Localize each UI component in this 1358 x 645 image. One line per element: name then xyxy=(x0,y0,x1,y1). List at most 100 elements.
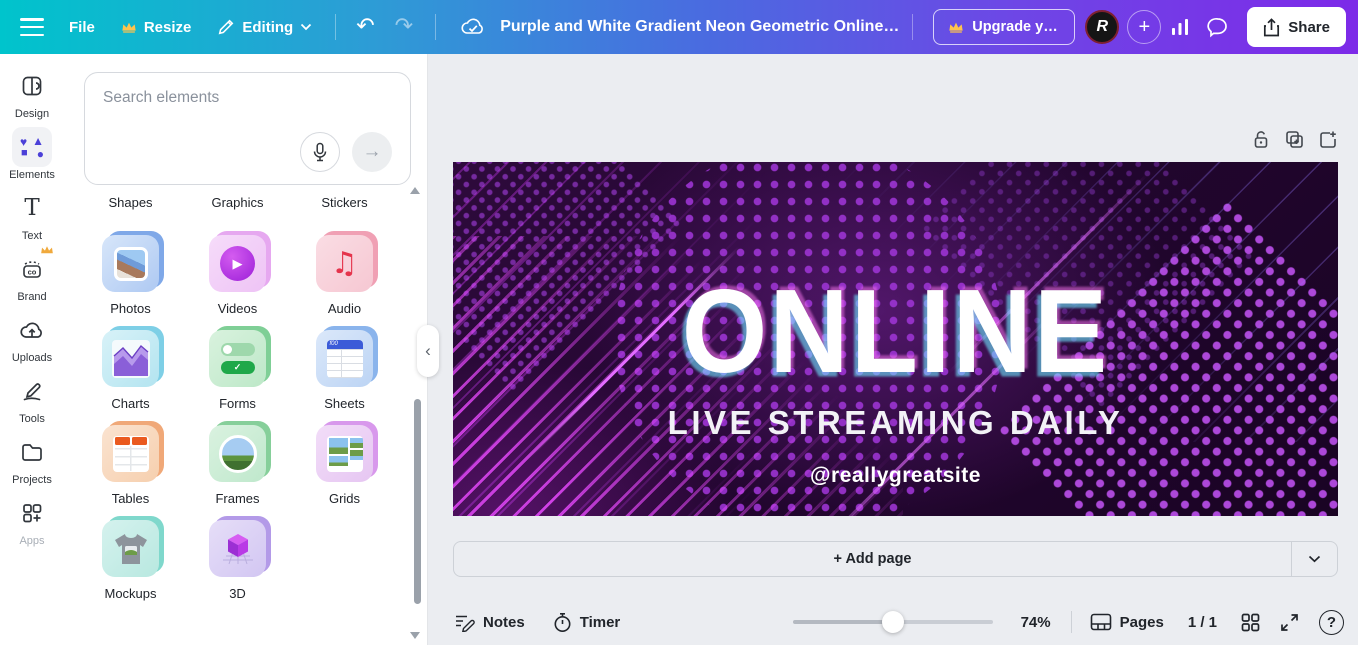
sidebar-item-elements[interactable]: ♥ ▲ ■ ● Elements xyxy=(2,127,62,181)
cube-art xyxy=(222,533,253,564)
avatar-letter: R xyxy=(1096,18,1109,35)
fullscreen-button[interactable] xyxy=(1280,613,1299,632)
panel-item-stickers[interactable]: Stickers xyxy=(321,195,367,221)
sidebar-item-uploads[interactable]: Uploads xyxy=(2,310,62,364)
bar-chart-icon xyxy=(1172,19,1189,35)
redo-button[interactable]: ↷ xyxy=(385,16,423,38)
category-label: 3D xyxy=(229,586,246,601)
notes-button[interactable]: Notes xyxy=(454,613,525,632)
search-box[interactable]: → xyxy=(84,72,411,185)
panel-item-mockups[interactable]: Mockups xyxy=(86,516,176,601)
panel-item-tables[interactable]: Tables xyxy=(86,421,176,506)
tools-icon xyxy=(12,371,52,411)
grid-view-button[interactable] xyxy=(1241,613,1260,632)
add-member-button[interactable]: + xyxy=(1127,10,1162,44)
panel-item-3d[interactable]: 3D xyxy=(193,516,283,601)
cloud-saved-icon[interactable] xyxy=(460,16,486,38)
category-label: Tables xyxy=(111,491,150,506)
search-input[interactable] xyxy=(103,89,383,107)
tshirt-art xyxy=(114,533,147,564)
sidebar-item-apps[interactable]: Apps xyxy=(2,493,62,547)
design-handle-text[interactable]: @reallygreatsite xyxy=(810,464,981,488)
panel-item-graphics[interactable]: Graphics xyxy=(211,195,263,221)
panel-collapse-button[interactable]: ‹ xyxy=(417,325,439,377)
left-nav: Design ♥ ▲ ■ ● Elements T Text co Brand Upl… xyxy=(0,54,64,645)
insights-button[interactable] xyxy=(1161,8,1199,46)
document-title[interactable]: Purple and White Gradient Neon Geometric… xyxy=(500,18,900,36)
scrollbar-thumb[interactable] xyxy=(414,399,421,604)
duplicate-page-button[interactable] xyxy=(1285,130,1304,149)
pencil-icon xyxy=(217,18,235,36)
resize-label: Resize xyxy=(143,18,192,36)
main-area: Design ♥ ▲ ■ ● Elements T Text co Brand Upl… xyxy=(0,54,1358,645)
category-label: Videos xyxy=(217,301,258,316)
sidebar-item-brand[interactable]: co Brand xyxy=(2,246,62,303)
scroll-down-arrow[interactable] xyxy=(410,632,420,639)
add-page-dropdown-button[interactable] xyxy=(1291,542,1337,576)
grid-art xyxy=(326,435,363,472)
resize-button[interactable]: Resize xyxy=(108,8,205,46)
notes-icon xyxy=(456,615,475,632)
panel-item-shapes[interactable]: Shapes xyxy=(108,195,152,221)
category-grid: Shapes Graphics Stickers Photos ▶ Videos… xyxy=(64,195,427,601)
toggle-check-art: ✓ xyxy=(220,361,255,374)
music-note-icon: ♫ xyxy=(331,245,358,281)
videos-thumbnail: ▶ xyxy=(209,231,271,292)
panel-item-videos[interactable]: ▶ Videos xyxy=(193,231,283,316)
panel-item-grids[interactable]: Grids xyxy=(300,421,390,506)
sidebar-item-design[interactable]: Design xyxy=(2,66,62,120)
uploads-icon xyxy=(12,310,52,350)
timer-button[interactable]: Timer xyxy=(553,612,620,633)
share-icon xyxy=(1263,17,1280,37)
menu-icon[interactable] xyxy=(20,18,44,36)
3d-thumbnail xyxy=(209,516,271,577)
page-count: 1 / 1 xyxy=(1187,613,1217,631)
panel-item-photos[interactable]: Photos xyxy=(86,231,176,316)
chevron-down-icon xyxy=(300,23,312,31)
chevron-left-icon: ‹ xyxy=(425,341,431,360)
sidebar-label: Design xyxy=(14,108,50,120)
sidebar-item-tools[interactable]: Tools xyxy=(2,371,62,425)
zoom-slider-handle[interactable] xyxy=(881,611,904,633)
play-icon: ▶ xyxy=(220,246,255,281)
apps-icon xyxy=(12,493,52,533)
editing-mode-button[interactable]: Editing xyxy=(204,8,325,46)
share-button[interactable]: Share xyxy=(1247,7,1346,47)
pages-icon xyxy=(1090,613,1111,631)
pages-button[interactable]: Pages xyxy=(1090,613,1164,631)
category-label: Photos xyxy=(110,301,151,316)
help-button[interactable]: ? xyxy=(1319,609,1344,635)
panel-item-audio[interactable]: ♫ Audio xyxy=(300,231,390,316)
page-toolbar xyxy=(1252,130,1338,149)
lock-open-icon xyxy=(1254,131,1268,148)
grid-view-icon xyxy=(1241,613,1260,631)
zoom-slider[interactable] xyxy=(792,611,993,633)
unlock-button[interactable] xyxy=(1252,130,1270,149)
panel-item-forms[interactable]: ✓ Forms xyxy=(193,326,283,411)
avatar[interactable]: R xyxy=(1085,10,1120,44)
frame-art xyxy=(218,434,257,473)
design-subtitle-text[interactable]: LIVE STREAMING DAILY xyxy=(668,404,1124,442)
category-label: Forms xyxy=(219,396,256,411)
panel-item-frames[interactable]: Frames xyxy=(193,421,283,506)
sidebar-item-projects[interactable]: Projects xyxy=(2,432,62,486)
panel-item-charts[interactable]: Charts xyxy=(86,326,176,411)
file-button[interactable]: File xyxy=(56,8,108,46)
voice-search-button[interactable] xyxy=(300,132,340,172)
upgrade-button[interactable]: Upgrade your … xyxy=(933,9,1076,45)
add-page-icon-button[interactable] xyxy=(1319,130,1338,149)
zoom-percentage[interactable]: 74% xyxy=(1021,614,1051,631)
design-page[interactable]: ONLINE LIVE STREAMING DAILY @reallygreat… xyxy=(453,162,1338,516)
search-submit-button[interactable]: → xyxy=(352,132,392,172)
comments-button[interactable] xyxy=(1199,8,1237,46)
panel-item-sheets[interactable]: f00 Sheets xyxy=(300,326,390,411)
add-page-button[interactable]: + Add page xyxy=(454,542,1291,576)
sidebar-item-text[interactable]: T Text xyxy=(2,188,62,242)
comment-icon xyxy=(1207,17,1228,38)
crown-icon xyxy=(40,245,54,255)
design-title-text[interactable]: ONLINE xyxy=(682,272,1110,392)
scroll-up-arrow[interactable] xyxy=(410,187,420,194)
undo-button[interactable]: ↶ xyxy=(346,16,384,38)
crown-icon xyxy=(121,21,137,33)
frames-thumbnail xyxy=(209,421,271,482)
